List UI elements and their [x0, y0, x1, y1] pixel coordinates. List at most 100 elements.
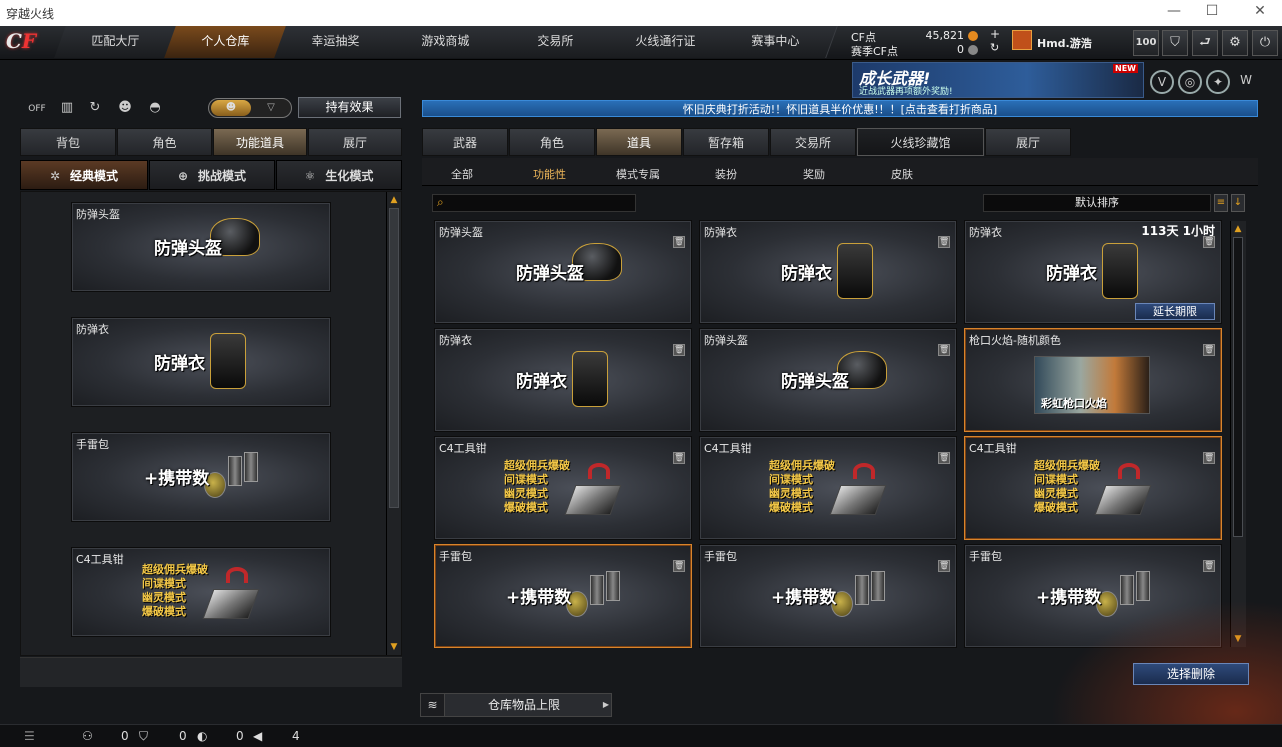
menu-icon[interactable]: ☰	[24, 729, 35, 743]
scroll-up-icon[interactable]: ▲	[387, 194, 401, 206]
subtab-all[interactable]: 全部	[451, 166, 473, 182]
sort-dropdown[interactable]: 默认排序	[983, 194, 1211, 212]
globe-icon[interactable]: ◎	[1178, 70, 1202, 94]
promo-banner[interactable]: 成长武器! 近战武器再项额外奖励! NEW	[852, 62, 1144, 98]
maximize-button[interactable]: ☐	[1202, 3, 1222, 19]
friends-icon[interactable]: ⚇	[82, 729, 93, 743]
right-tab-collection[interactable]: 火线珍藏馆	[857, 128, 984, 156]
trash-icon[interactable]: 🗑	[673, 452, 685, 464]
add-points-icon[interactable]: +	[990, 27, 1000, 41]
right-tab-character[interactable]: 角色	[509, 128, 595, 156]
item-card[interactable]: 防弹衣 防弹衣 🗑	[699, 220, 957, 324]
view-toggle[interactable]: ☻ ▽	[208, 98, 292, 118]
nav-tab-shop[interactable]: 游戏商城	[384, 26, 508, 58]
extend-button[interactable]: 延长期限	[1135, 303, 1215, 320]
trash-icon[interactable]: 🗑	[938, 344, 950, 356]
item-card[interactable]: 手雷包 +携带数 🗑	[699, 544, 957, 648]
toggle-option-a-icon[interactable]: ☻	[211, 100, 251, 116]
item-card[interactable]: C4工具钳 超级佣兵爆破 间谍模式 幽灵模式 爆破模式 🗑	[964, 436, 1222, 540]
sort-direction-icon[interactable]: ↓	[1231, 194, 1245, 212]
subtab-skins[interactable]: 皮肤	[891, 166, 913, 182]
level-indicator[interactable]: 100	[1133, 30, 1159, 56]
nav-tab-exchange[interactable]: 交易所	[494, 26, 618, 58]
speaker-icon[interactable]: ◀	[253, 729, 262, 743]
mode-tab-classic[interactable]: ✲ 经典模式	[20, 160, 148, 190]
top-navigation: CF 匹配大厅 个人仓库 幸运抽奖 游戏商城 交易所 火线通行证 赛事中心 CF…	[0, 26, 1282, 60]
right-tab-storage[interactable]: 暂存箱	[683, 128, 769, 156]
list-view-icon[interactable]: ≡	[1214, 194, 1228, 212]
minimize-button[interactable]: —	[1164, 3, 1184, 19]
subtab-rewards[interactable]: 奖励	[803, 166, 825, 182]
trash-icon[interactable]: 🗑	[938, 560, 950, 572]
left-tab-function-items[interactable]: 功能道具	[213, 128, 307, 156]
nav-tab-events[interactable]: 赛事中心	[714, 26, 838, 58]
item-card[interactable]: 防弹头盔 防弹头盔 🗑	[434, 220, 692, 324]
mode-tab-zombie[interactable]: ⚛ 生化模式	[276, 160, 402, 190]
nav-tab-inventory[interactable]: 个人仓库	[164, 26, 288, 58]
subtab-dressup[interactable]: 装扮	[715, 166, 737, 182]
item-card[interactable]: 防弹衣 防弹衣	[71, 317, 331, 407]
trash-icon[interactable]: 🗑	[938, 452, 950, 464]
toggle-option-b-icon[interactable]: ▽	[253, 100, 289, 116]
item-card[interactable]: 防弹衣 防弹衣 113天 1小时 延长期限 🗑	[964, 220, 1222, 324]
item-card[interactable]: 防弹头盔 防弹头盔	[71, 202, 331, 292]
ranking-icon[interactable]: ▥	[56, 100, 78, 118]
refresh-points-icon[interactable]: ↻	[990, 41, 999, 54]
username[interactable]: Hmd.游浩	[1037, 35, 1092, 51]
item-card[interactable]: 防弹头盔 防弹头盔 🗑	[699, 328, 957, 432]
mode-tab-challenge[interactable]: ⊕ 挑战模式	[149, 160, 275, 190]
nav-tab-pass[interactable]: 火线通行证	[604, 26, 728, 58]
shield-icon[interactable]: ⛉	[1162, 30, 1188, 56]
left-tab-character[interactable]: 角色	[117, 128, 212, 156]
nav-tab-lottery[interactable]: 幸运抽奖	[274, 26, 398, 58]
item-card[interactable]: C4工具钳 超级佣兵爆破 间谍模式 幽灵模式 爆破模式 🗑	[699, 436, 957, 540]
power-icon[interactable]: ⏻	[1252, 30, 1278, 56]
trash-icon[interactable]: 🗑	[938, 236, 950, 248]
off-toggle-icon[interactable]: OFF	[26, 100, 48, 118]
tools-icon[interactable]: ✦	[1206, 70, 1230, 94]
right-tab-showroom[interactable]: 展厅	[985, 128, 1071, 156]
gift-icon[interactable]: ◓	[144, 100, 166, 118]
w-icon[interactable]: W	[1234, 70, 1258, 94]
item-card[interactable]: C4工具钳 超级佣兵爆破 间谍模式 幽灵模式 爆破模式	[71, 547, 331, 637]
right-scrollbar[interactable]: ▲ ▼	[1230, 221, 1246, 647]
select-delete-button[interactable]: 选择删除	[1133, 663, 1249, 685]
sale-notice[interactable]: 怀旧庆典打折活动!！怀旧道具半价优惠!！！[点击查看打折商品]	[422, 100, 1258, 117]
right-tab-exchange[interactable]: 交易所	[770, 128, 856, 156]
gear-icon[interactable]: ⚙	[1222, 30, 1248, 56]
grid-scroll-thumb[interactable]	[1233, 237, 1243, 537]
refresh-icon[interactable]: ↻	[84, 100, 106, 118]
search-input[interactable]: ⌕	[432, 194, 636, 212]
trash-icon[interactable]: 🗑	[673, 236, 685, 248]
item-card[interactable]: 枪口火焰-随机颜色 彩虹枪口火焰 🗑	[964, 328, 1222, 432]
trash-icon[interactable]: 🗑	[1203, 344, 1215, 356]
holding-effect-button[interactable]: 持有效果	[298, 97, 401, 118]
item-card[interactable]: C4工具钳 超级佣兵爆破 间谍模式 幽灵模式 爆破模式 🗑	[434, 436, 692, 540]
scroll-thumb[interactable]	[389, 208, 399, 508]
left-tab-showroom[interactable]: 展厅	[308, 128, 402, 156]
exit-icon[interactable]: ⮐	[1192, 30, 1218, 56]
right-tab-weapons[interactable]: 武器	[422, 128, 508, 156]
subtab-mode-exclusive[interactable]: 模式专属	[616, 166, 660, 182]
nav-tab-match-hall[interactable]: 匹配大厅	[54, 26, 178, 58]
trash-icon[interactable]: 🗑	[1203, 236, 1215, 248]
scroll-down-icon[interactable]: ▼	[387, 641, 401, 653]
trash-icon[interactable]: 🗑	[673, 344, 685, 356]
grid-scroll-up-icon[interactable]: ▲	[1231, 223, 1245, 235]
trash-icon[interactable]: 🗑	[673, 560, 685, 572]
user-icon[interactable]: ☻	[114, 100, 136, 118]
left-scrollbar[interactable]: ▲ ▼	[386, 192, 401, 655]
item-card[interactable]: 防弹衣 防弹衣 🗑	[434, 328, 692, 432]
clan-icon[interactable]: ⛉	[139, 729, 148, 744]
close-button[interactable]: ✕	[1250, 3, 1270, 19]
item-card[interactable]: 手雷包 +携带数 🗑	[434, 544, 692, 648]
item-card[interactable]: 手雷包 +携带数	[71, 432, 331, 522]
chat-icon[interactable]: ◐	[197, 729, 207, 743]
right-tab-items[interactable]: 道具	[596, 128, 682, 156]
vip-icon[interactable]: V	[1150, 70, 1174, 94]
left-tab-backpack[interactable]: 背包	[20, 128, 116, 156]
subtab-functional[interactable]: 功能性	[533, 166, 566, 182]
trash-icon[interactable]: 🗑	[1203, 452, 1215, 464]
trash-icon[interactable]: 🗑	[1203, 560, 1215, 572]
storage-capacity-bar[interactable]: ≋ 仓库物品上限 ▶	[420, 693, 612, 717]
